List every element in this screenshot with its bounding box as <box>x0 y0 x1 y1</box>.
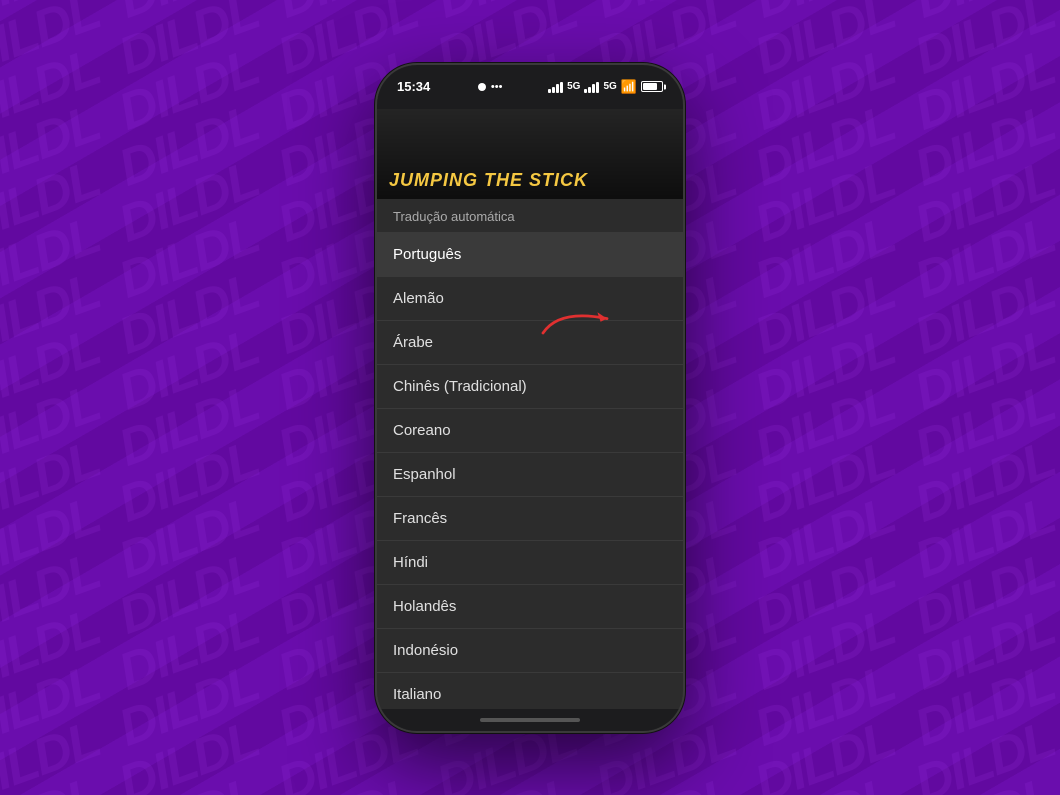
signal-label: 5G <box>567 81 580 92</box>
language-item-1[interactable]: Alemão <box>377 277 683 321</box>
video-header: JUMPING THE STICK <box>377 109 683 199</box>
bar8 <box>596 82 599 93</box>
language-item-9[interactable]: Indonésio <box>377 629 683 673</box>
language-item-0[interactable]: Português <box>377 233 683 277</box>
bar1 <box>548 89 551 93</box>
bar7 <box>592 84 595 93</box>
language-item-7[interactable]: Híndi <box>377 541 683 585</box>
wifi-icon: 📶 <box>621 79 637 95</box>
language-item-6[interactable]: Francês <box>377 497 683 541</box>
volume-down-button <box>375 249 377 281</box>
battery-icon <box>641 81 663 92</box>
bar6 <box>588 87 591 93</box>
phone-frame: 15:34 ••• 5G 5G <box>375 63 685 733</box>
volume-up-button <box>375 205 377 237</box>
battery-fill <box>643 83 657 90</box>
dropdown-header: Tradução automática <box>377 199 683 233</box>
signal-bars-icon <box>548 81 563 93</box>
language-item-3[interactable]: Chinês (Tradicional) <box>377 365 683 409</box>
language-dropdown[interactable]: Tradução automática PortuguêsAlemãoÁrabe… <box>377 199 683 709</box>
bar5 <box>584 89 587 93</box>
status-time: 15:34 <box>397 79 430 94</box>
language-item-5[interactable]: Espanhol <box>377 453 683 497</box>
status-dots-label: ••• <box>491 81 503 93</box>
bar2 <box>552 87 555 93</box>
bar3 <box>556 84 559 93</box>
left-side-buttons <box>375 205 377 281</box>
phone-mockup: 15:34 ••• 5G 5G <box>375 63 685 733</box>
status-dot <box>478 83 486 91</box>
language-item-4[interactable]: Coreano <box>377 409 683 453</box>
status-bar: 15:34 ••• 5G 5G <box>377 65 683 109</box>
bar4 <box>560 82 563 93</box>
status-right-icons: 5G 5G 📶 <box>548 79 663 95</box>
language-item-2[interactable]: Árabe <box>377 321 683 365</box>
signal-label2: 5G <box>603 81 616 92</box>
language-item-10[interactable]: Italiano <box>377 673 683 709</box>
signal-bars2-icon <box>584 81 599 93</box>
language-item-8[interactable]: Holandês <box>377 585 683 629</box>
video-title: JUMPING THE STICK <box>389 170 588 191</box>
home-bar <box>480 718 580 722</box>
home-indicator <box>377 709 683 731</box>
